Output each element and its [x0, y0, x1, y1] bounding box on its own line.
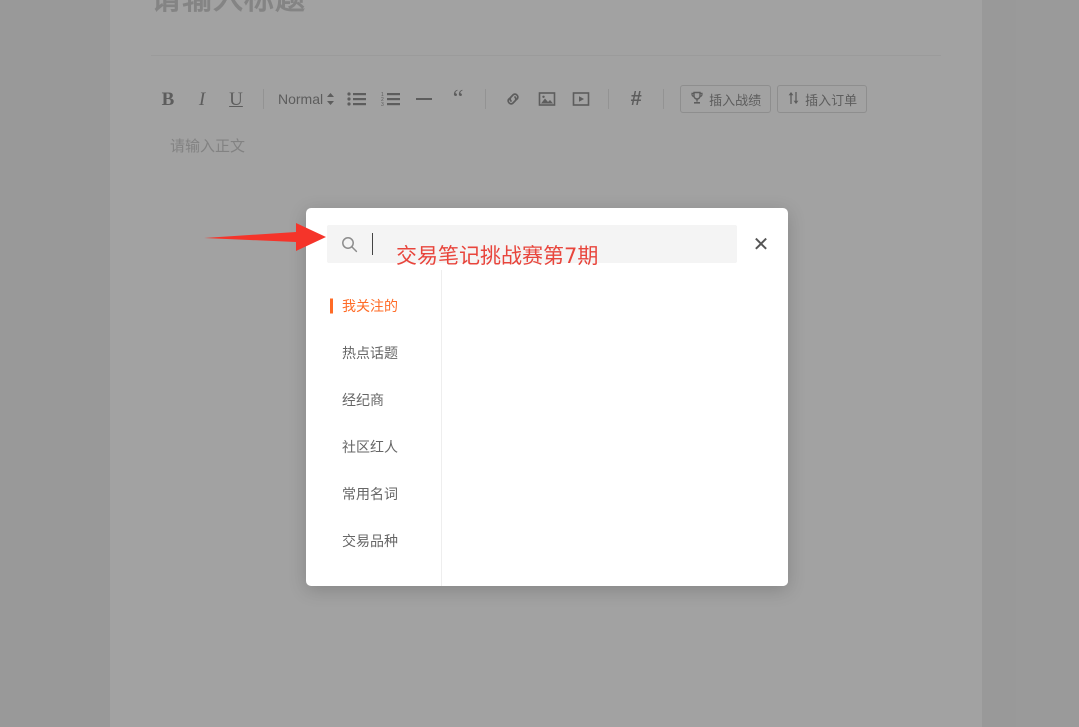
sidebar-item-label: 热点话题 — [342, 344, 398, 361]
search-input[interactable] — [359, 224, 737, 264]
sidebar-item-label: 经纪商 — [342, 391, 384, 408]
modal-body: 我关注的 热点话题 经纪商 社区红人 常用名词 交易品种 — [306, 270, 788, 586]
sidebar-item-label: 交易品种 — [342, 532, 398, 549]
sidebar-item-hot-topics[interactable]: 热点话题 — [306, 329, 441, 376]
sidebar-item-label: 常用名词 — [342, 485, 398, 502]
modal-search-row: ✕ — [306, 208, 788, 270]
modal-category-sidebar: 我关注的 热点话题 经纪商 社区红人 常用名词 交易品种 — [306, 270, 442, 586]
text-cursor — [372, 233, 373, 255]
topic-picker-modal: ✕ 我关注的 热点话题 经纪商 社区红人 常用名词 交易品种 — [306, 208, 788, 586]
close-icon[interactable]: ✕ — [746, 230, 776, 260]
search-icon — [339, 234, 359, 254]
search-field-wrapper[interactable] — [327, 224, 737, 264]
sidebar-item-label: 我关注的 — [342, 297, 398, 314]
modal-results-pane — [442, 270, 788, 586]
sidebar-item-label: 社区红人 — [342, 438, 398, 455]
sidebar-item-brokers[interactable]: 经纪商 — [306, 376, 441, 423]
sidebar-item-following[interactable]: 我关注的 — [306, 282, 441, 329]
sidebar-item-trading-instruments[interactable]: 交易品种 — [306, 517, 441, 564]
sidebar-item-community-influencers[interactable]: 社区红人 — [306, 423, 441, 470]
sidebar-item-common-terms[interactable]: 常用名词 — [306, 470, 441, 517]
